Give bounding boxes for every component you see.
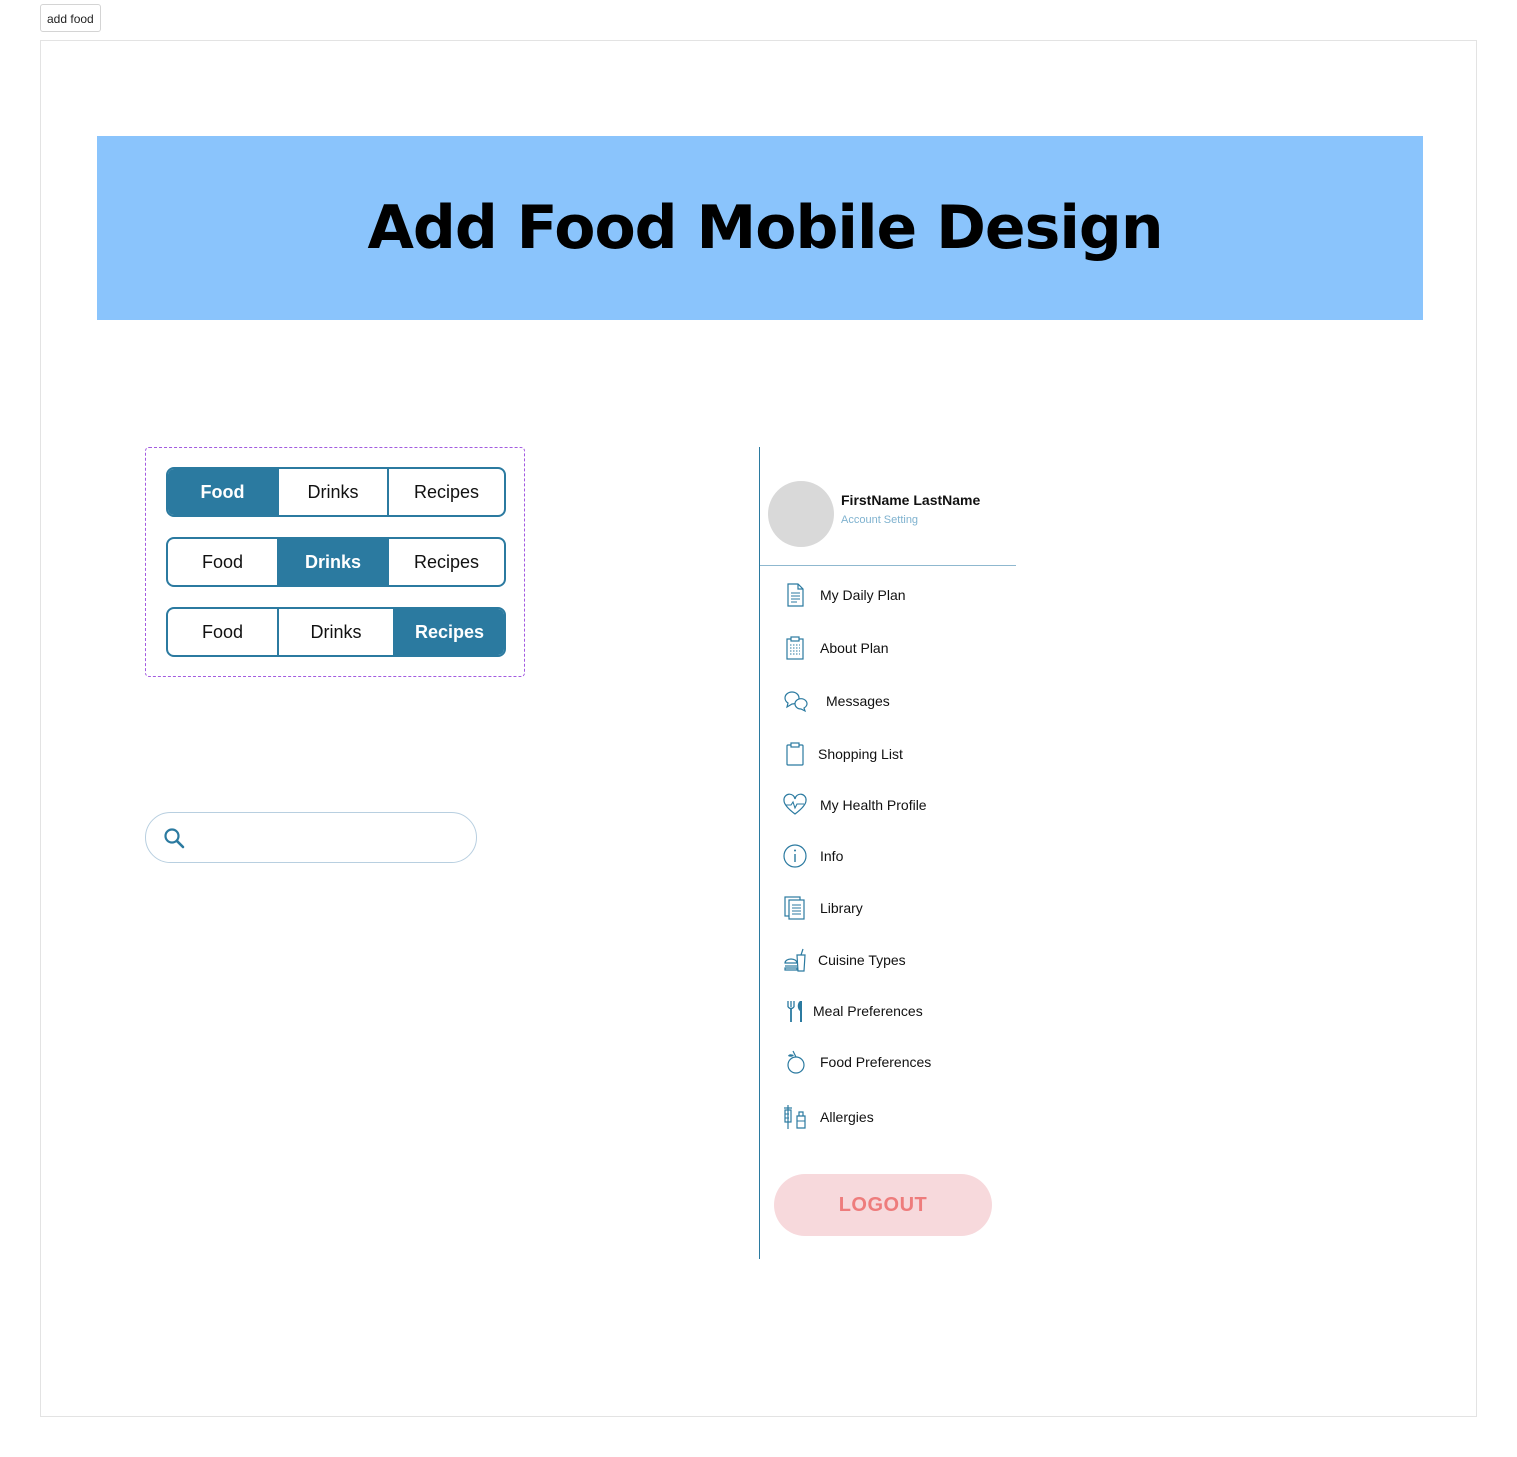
menu-item-my-health-profile[interactable]: My Health Profile <box>782 792 927 818</box>
logout-button[interactable]: LOGOUT <box>774 1174 992 1236</box>
menu-label: Meal Preferences <box>813 1003 923 1019</box>
library-icon <box>784 896 805 920</box>
info-icon <box>783 844 807 868</box>
profile-header: FirstName LastName Account Setting <box>768 481 980 547</box>
search-bar[interactable] <box>145 812 477 863</box>
add-food-tab[interactable]: add food <box>40 4 101 32</box>
title-banner: Add Food Mobile Design <box>97 136 1423 320</box>
menu-item-about-plan[interactable]: About Plan <box>782 635 889 661</box>
fork-knife-icon <box>787 1001 802 1022</box>
menu-label: Library <box>820 900 863 916</box>
page-title: Add Food Mobile Design <box>367 193 1163 263</box>
heart-pulse-icon <box>783 793 807 815</box>
document-icon <box>787 583 804 607</box>
menu-item-my-daily-plan[interactable]: My Daily Plan <box>782 582 906 608</box>
menu-label: Info <box>820 848 844 864</box>
design-canvas: Add Food Mobile Design Food Drinks Recip… <box>40 40 1477 1417</box>
menu-item-messages[interactable]: Messages <box>782 688 890 714</box>
profile-divider <box>760 565 1016 566</box>
segment-food[interactable]: Food <box>168 609 279 655</box>
syringe-bottle-icon <box>784 1105 806 1129</box>
account-setting-link[interactable]: Account Setting <box>841 514 980 526</box>
apple-icon <box>787 1050 805 1074</box>
menu-label: Allergies <box>820 1109 874 1125</box>
segment-drinks[interactable]: Drinks <box>279 609 395 655</box>
menu-label: My Health Profile <box>820 797 927 813</box>
menu-label: Shopping List <box>818 746 903 762</box>
segment-recipes[interactable]: Recipes <box>395 609 504 655</box>
segmented-control-food-active: Food Drinks Recipes <box>166 467 506 517</box>
menu-label: My Daily Plan <box>820 587 906 603</box>
clipboard-empty-icon <box>786 742 804 766</box>
menu-item-shopping-list[interactable]: Shopping List <box>782 741 903 767</box>
menu-item-library[interactable]: Library <box>782 895 863 921</box>
segment-drinks[interactable]: Drinks <box>279 539 389 585</box>
menu-label: Food Preferences <box>820 1054 932 1070</box>
segmented-control-variants: Food Drinks Recipes Food Drinks Recipes … <box>145 447 525 677</box>
menu-item-cuisine-types[interactable]: Cuisine Types <box>782 947 906 973</box>
menu-label: Messages <box>826 693 890 709</box>
menu-label: Cuisine Types <box>818 952 906 968</box>
menu-item-meal-preferences[interactable]: Meal Preferences <box>782 998 923 1024</box>
segment-food[interactable]: Food <box>168 469 279 515</box>
profile-name: FirstName LastName <box>841 492 981 508</box>
burger-drink-icon <box>784 948 806 972</box>
segment-drinks[interactable]: Drinks <box>279 469 389 515</box>
side-drawer: FirstName LastName Account Setting My Da… <box>759 447 1060 1259</box>
search-icon <box>164 827 185 848</box>
chat-bubbles-icon <box>784 691 808 713</box>
search-input[interactable] <box>194 812 476 863</box>
avatar[interactable] <box>768 481 834 547</box>
menu-label: About Plan <box>820 640 889 656</box>
segment-recipes[interactable]: Recipes <box>389 539 504 585</box>
clipboard-icon <box>786 636 804 660</box>
segment-recipes[interactable]: Recipes <box>389 469 504 515</box>
segment-food[interactable]: Food <box>168 539 279 585</box>
menu-item-food-preferences[interactable]: Food Preferences <box>782 1049 931 1075</box>
segmented-control-drinks-active: Food Drinks Recipes <box>166 537 506 587</box>
menu-item-allergies[interactable]: Allergies <box>782 1104 874 1130</box>
segmented-control-recipes-active: Food Drinks Recipes <box>166 607 506 657</box>
menu-item-info[interactable]: Info <box>782 843 843 869</box>
